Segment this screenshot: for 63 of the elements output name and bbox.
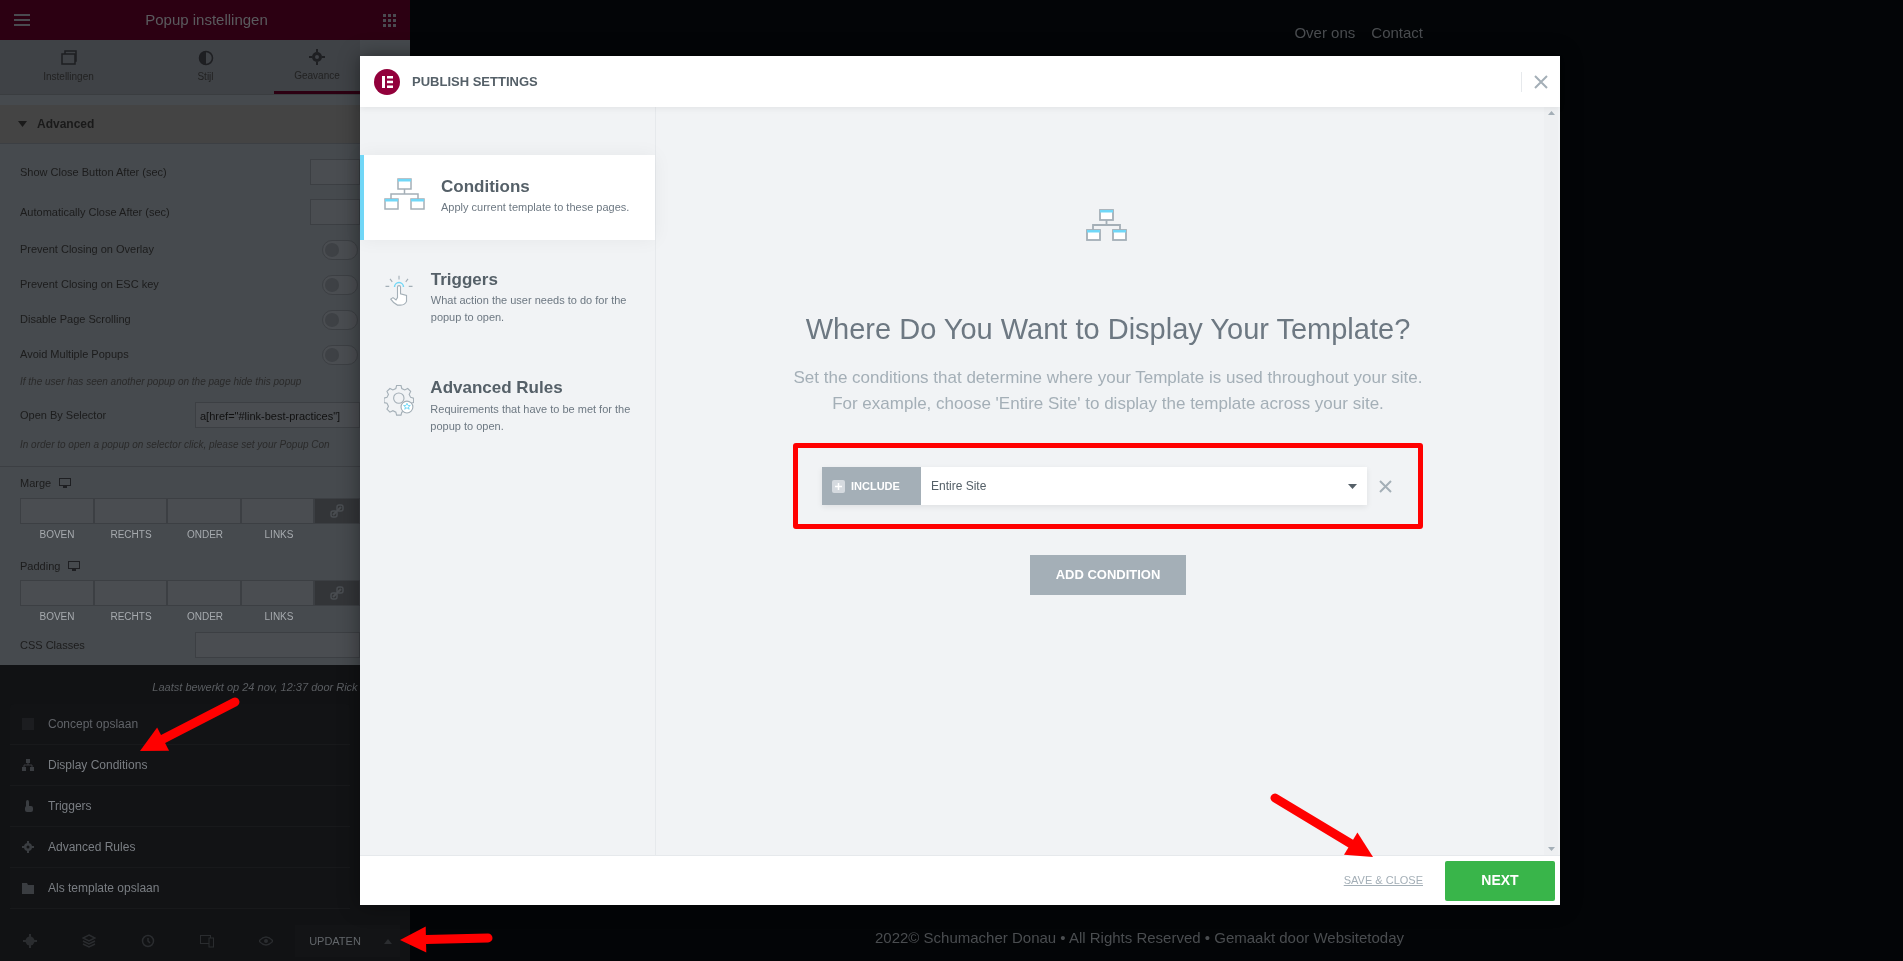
logo-icon [374,68,400,95]
next-button[interactable]: NEXT [1445,860,1555,901]
close-icon[interactable] [1534,74,1548,89]
modal-heading: Where Do You Want to Display Your Template? [805,312,1411,347]
sitemap-icon [22,758,34,771]
scroll-up-icon[interactable] [1547,111,1555,115]
description-text: For example, choose 'Entire Site' to display the template across your site. [831,393,1385,415]
caret-icon [383,938,392,944]
monitor-icon [59,478,72,489]
panel-title: Popup instellingen [145,9,268,30]
input-field[interactable]: a[href="#link-best-practices"] [195,402,360,428]
sidebar-tab[interactable]: Advanced Rules Requirements that have to be met for the popup to open. [360,356,655,457]
link-toggle[interactable] [314,580,360,606]
caret-icon [1348,483,1357,489]
add-condition-button[interactable]: ADD CONDITION [1030,555,1186,595]
side-label: BOVEN [38,610,76,624]
side-label: RECHTS [109,527,153,542]
toggle-switch[interactable] [322,344,358,365]
sidebar-tab[interactable]: Conditions Apply current template to these pages. [360,155,655,240]
save-close-link[interactable]: SAVE & CLOSE [1337,871,1429,890]
link-icon [330,503,345,518]
toggle-switch[interactable] [322,274,358,295]
scroll-down-icon[interactable] [1547,847,1555,851]
menu-item[interactable]: Als template opslaan [10,867,350,909]
side-label: LINKS [263,527,295,542]
side-label: ONDER [185,610,225,624]
nav-link[interactable]: Contact [1371,22,1423,45]
number-field[interactable] [310,159,360,185]
menu-icon[interactable] [14,14,30,26]
side-label: RECHTS [109,610,153,624]
monitor-icon [68,560,81,571]
include-dropdown[interactable]: INCLUDE [822,467,921,505]
remove-icon[interactable] [1379,479,1392,493]
link-icon [330,586,345,600]
side-label: BOVEN [38,527,76,542]
hand-pointer-icon [22,799,34,812]
input-field[interactable] [240,497,315,524]
folder-icon [22,881,34,894]
half-circle-icon [197,50,214,66]
input-field[interactable] [240,580,315,606]
side-label: ONDER [185,527,225,542]
footer-text: 2022© Schumacher Donau • All Rights Reserved • Gemaakt door Websitetoday [875,927,1405,948]
nav-link[interactable]: Over ons [1294,22,1356,45]
apps-grid-icon[interactable] [383,13,396,27]
history-icon[interactable] [140,934,155,948]
toggle-switch[interactable] [322,239,358,260]
sidebar-tab[interactable]: Triggers What action the user needs to do for the popup to open. [360,248,655,349]
plus-square-icon [832,479,845,493]
input-field[interactable] [195,632,360,658]
link-toggle[interactable] [314,497,360,524]
modal-title: PUBLISH SETTINGS [412,72,538,91]
last-edited-text: Laatst bewerkt op 24 nov, 12:37 door Rick [151,680,359,695]
toggle-switch[interactable] [322,309,358,330]
condition-select[interactable]: Entire Site [921,467,1367,505]
layers-icon[interactable] [81,934,96,948]
description-text: Set the conditions that determine where your Template is used throughout your site. [793,367,1423,389]
eye-icon[interactable] [258,934,273,948]
menu-item[interactable]: Advanced Rules [10,826,350,868]
side-label: LINKS [263,610,295,624]
responsive-devices-icon[interactable] [199,934,214,948]
number-field[interactable] [310,199,360,225]
window-icon [60,50,77,66]
menu-item[interactable]: Triggers [10,785,350,827]
